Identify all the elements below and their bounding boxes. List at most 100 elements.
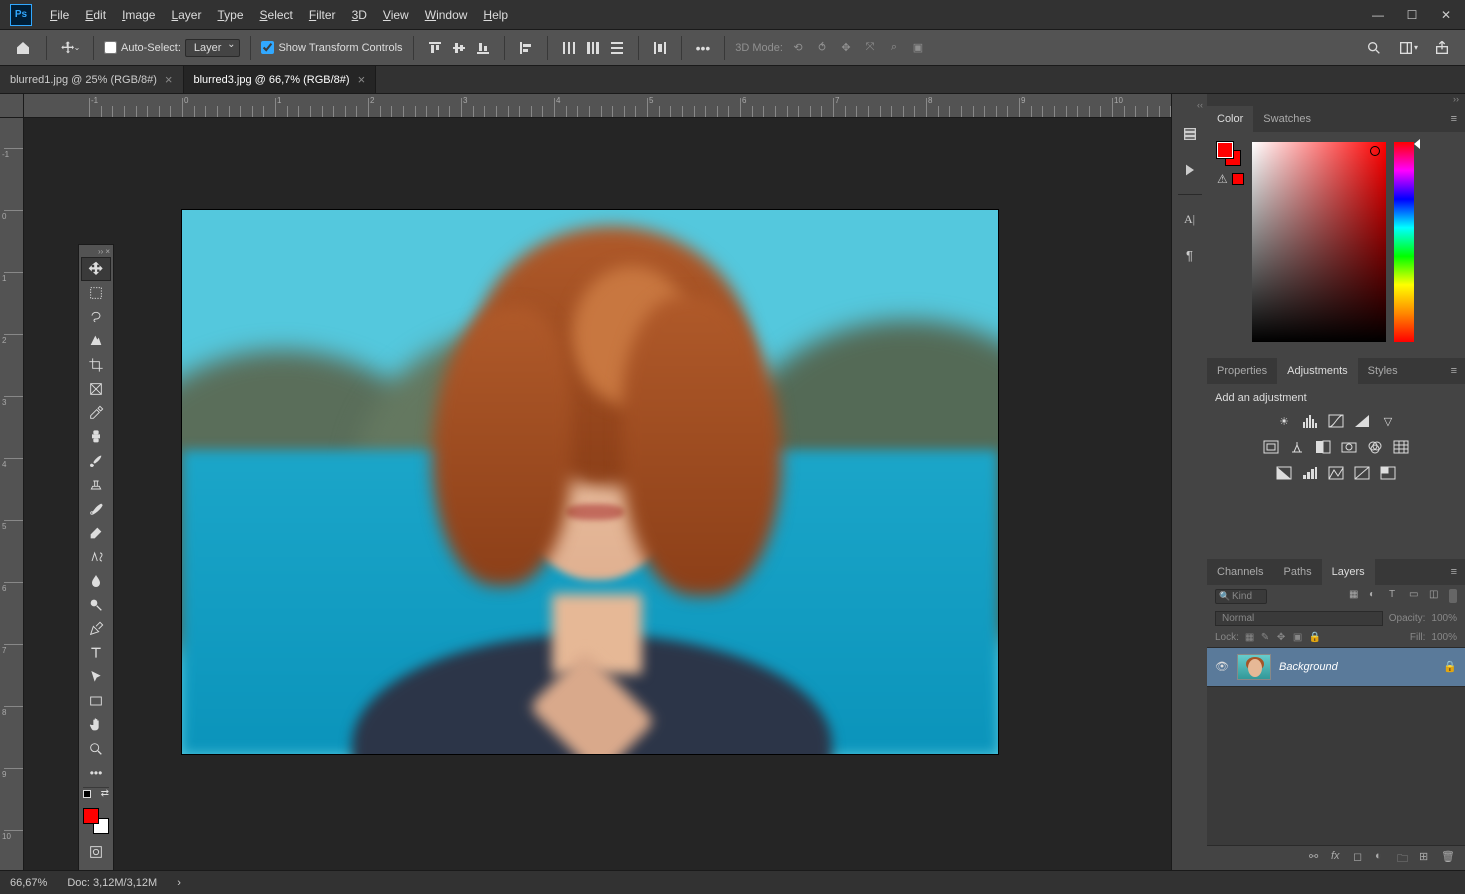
align-top-icon[interactable]	[424, 37, 446, 59]
curves-icon[interactable]	[1327, 412, 1345, 430]
lock-icon[interactable]: 🔒	[1443, 660, 1457, 673]
tab-properties[interactable]: Properties	[1207, 358, 1277, 384]
swap-colors-icon[interactable]: ⇄	[101, 788, 109, 799]
quick-mask-icon[interactable]	[81, 840, 111, 864]
tab-adjustments[interactable]: Adjustments	[1277, 358, 1358, 384]
filter-toggle-icon[interactable]	[1449, 589, 1457, 603]
menu-layer[interactable]: Layer	[163, 8, 209, 22]
tab-styles[interactable]: Styles	[1358, 358, 1408, 384]
collapse-panels-icon[interactable]: ››	[1207, 94, 1465, 106]
actions-panel-icon[interactable]	[1178, 158, 1202, 182]
filter-shape-icon[interactable]: ▭	[1409, 589, 1423, 603]
layer-style-icon[interactable]: fx	[1331, 850, 1347, 866]
default-colors-icon[interactable]	[83, 790, 91, 798]
blur-tool[interactable]	[81, 569, 111, 593]
close-icon[interactable]: ×	[165, 72, 173, 87]
document-size[interactable]: Doc: 3,12M/3,12M	[67, 877, 157, 889]
history-brush-tool[interactable]	[81, 497, 111, 521]
layer-mask-icon[interactable]: ◻	[1353, 850, 1369, 866]
gradient-map-icon[interactable]	[1353, 464, 1371, 482]
distribute-3-icon[interactable]	[606, 37, 628, 59]
history-panel-icon[interactable]	[1178, 122, 1202, 146]
distribute-4-icon[interactable]	[649, 37, 671, 59]
layer-name[interactable]: Background	[1279, 661, 1338, 673]
workspace-switcher-icon[interactable]: ▾	[1395, 35, 1421, 61]
menu-window[interactable]: Window	[417, 8, 476, 22]
show-transform-checkbox[interactable]: Show Transform Controls	[261, 41, 402, 54]
gradient-tool[interactable]	[81, 545, 111, 569]
filter-smart-icon[interactable]: ◫	[1429, 589, 1443, 603]
vertical-ruler[interactable]: -101234567891011	[0, 118, 24, 870]
posterize-icon[interactable]	[1301, 464, 1319, 482]
spot-healing-tool[interactable]	[81, 425, 111, 449]
adjustment-layer-icon[interactable]: ◐	[1375, 850, 1391, 866]
close-icon[interactable]: ×	[358, 72, 366, 87]
group-icon[interactable]: 🗀	[1397, 850, 1413, 866]
opacity-value[interactable]: 100%	[1431, 613, 1457, 624]
layer-filter-kind-dropdown[interactable]: Kind	[1215, 589, 1267, 604]
path-selection-tool[interactable]	[81, 665, 111, 689]
distribute-2-icon[interactable]	[582, 37, 604, 59]
new-layer-icon[interactable]: ⊞	[1419, 850, 1435, 866]
lasso-tool[interactable]	[81, 305, 111, 329]
menu-view[interactable]: View	[375, 8, 417, 22]
dodge-tool[interactable]	[81, 593, 111, 617]
lock-pixels-icon[interactable]: ✎	[1261, 632, 1273, 644]
auto-select-checkbox[interactable]: Auto-Select:	[104, 41, 181, 54]
black-white-icon[interactable]	[1314, 438, 1332, 456]
hue-slider[interactable]	[1394, 142, 1414, 342]
tab-color[interactable]: Color	[1207, 106, 1253, 132]
brush-tool[interactable]	[81, 449, 111, 473]
invert-icon[interactable]	[1275, 464, 1293, 482]
tab-swatches[interactable]: Swatches	[1253, 106, 1321, 132]
eraser-tool[interactable]	[81, 521, 111, 545]
fill-value[interactable]: 100%	[1431, 632, 1457, 643]
move-tool[interactable]	[81, 257, 111, 281]
type-tool[interactable]	[81, 641, 111, 665]
selective-color-icon[interactable]	[1379, 464, 1397, 482]
foreground-color-swatch[interactable]	[83, 808, 99, 824]
align-vcenter-icon[interactable]	[448, 37, 470, 59]
color-balance-icon[interactable]	[1288, 438, 1306, 456]
frame-tool[interactable]	[81, 377, 111, 401]
tab-channels[interactable]: Channels	[1207, 559, 1273, 585]
menu-image[interactable]: Image	[114, 8, 163, 22]
canvas[interactable]: ››×	[24, 118, 1171, 870]
layer-row-background[interactable]: 👁 Background 🔒	[1207, 647, 1465, 687]
foreground-background-colors[interactable]	[81, 806, 111, 836]
search-icon[interactable]	[1361, 35, 1387, 61]
distribute-1-icon[interactable]	[558, 37, 580, 59]
delete-layer-icon[interactable]: 🗑	[1441, 850, 1457, 866]
pen-tool[interactable]	[81, 617, 111, 641]
hand-tool[interactable]	[81, 713, 111, 737]
menu-file[interactable]: File	[42, 8, 77, 22]
ruler-origin[interactable]	[0, 94, 24, 118]
quick-selection-tool[interactable]	[81, 329, 111, 353]
close-icon[interactable]: ×	[105, 247, 110, 257]
panel-menu-icon[interactable]: ≡	[1443, 113, 1465, 125]
threshold-icon[interactable]	[1327, 464, 1345, 482]
clone-stamp-tool[interactable]	[81, 473, 111, 497]
levels-icon[interactable]	[1301, 412, 1319, 430]
menu-filter[interactable]: Filter	[301, 8, 344, 22]
align-left-icon[interactable]	[515, 37, 537, 59]
menu-select[interactable]: Select	[252, 8, 301, 22]
link-layers-icon[interactable]: ⚯	[1309, 850, 1325, 866]
tab-layers[interactable]: Layers	[1322, 559, 1375, 585]
collapse-icon[interactable]: ››	[98, 247, 103, 257]
filter-pixel-icon[interactable]: ▦	[1349, 589, 1363, 603]
brightness-contrast-icon[interactable]: ☀	[1275, 412, 1293, 430]
layers-empty-area[interactable]	[1207, 687, 1465, 846]
home-icon[interactable]	[10, 35, 36, 61]
close-button[interactable]: ✕	[1431, 3, 1461, 27]
vibrance-icon[interactable]: ▽	[1379, 412, 1397, 430]
document-tab-1[interactable]: blurred1.jpg @ 25% (RGB/8#) ×	[0, 66, 184, 93]
hue-slider-thumb[interactable]	[1414, 139, 1420, 149]
filter-type-icon[interactable]: T	[1389, 589, 1403, 603]
channel-mixer-icon[interactable]	[1366, 438, 1384, 456]
photo-filter-icon[interactable]	[1340, 438, 1358, 456]
minimize-button[interactable]: —	[1363, 3, 1393, 27]
horizontal-ruler[interactable]: -1012345678910	[24, 94, 1171, 118]
exposure-icon[interactable]	[1353, 412, 1371, 430]
nearest-color-swatch[interactable]	[1232, 173, 1244, 185]
